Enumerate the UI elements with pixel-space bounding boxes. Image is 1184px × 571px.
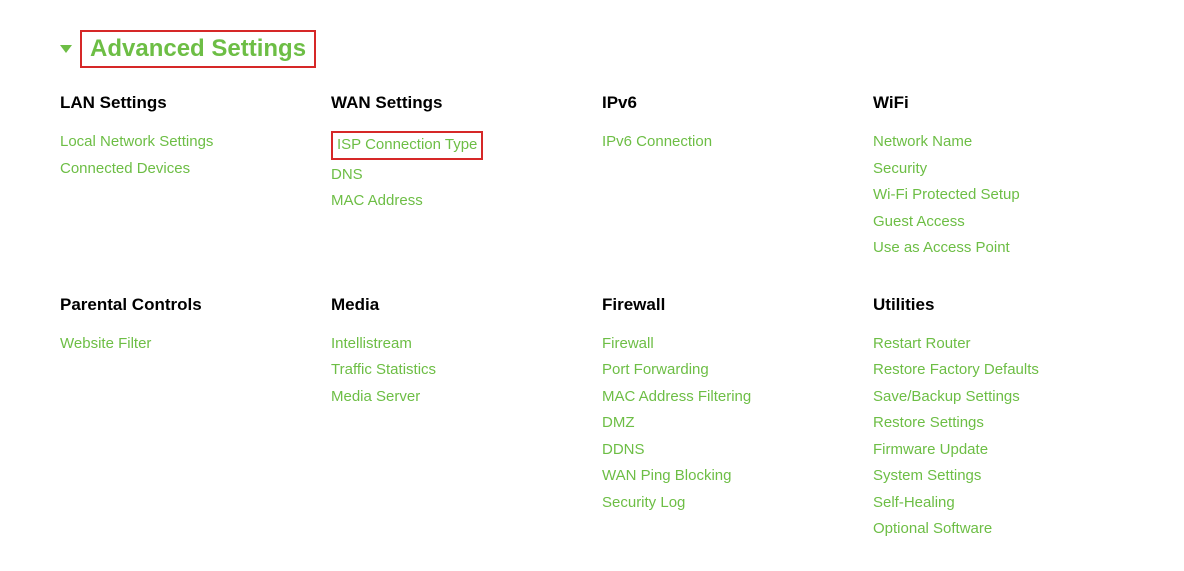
wan-settings-links: ISP Connection Type DNS MAC Address xyxy=(331,131,582,213)
ipv6-heading: IPv6 xyxy=(602,93,853,113)
wan-settings-column: WAN Settings ISP Connection Type DNS MAC… xyxy=(331,93,582,260)
media-column: Media Intellistream Traffic Statistics M… xyxy=(331,295,582,541)
link-port-forwarding[interactable]: Port Forwarding xyxy=(602,359,709,382)
link-guest-access[interactable]: Guest Access xyxy=(873,211,965,234)
link-restore-factory-defaults[interactable]: Restore Factory Defaults xyxy=(873,359,1039,382)
link-media-server[interactable]: Media Server xyxy=(331,386,420,409)
link-network-name[interactable]: Network Name xyxy=(873,131,972,154)
link-optional-software[interactable]: Optional Software xyxy=(873,518,992,541)
link-firmware-update[interactable]: Firmware Update xyxy=(873,439,988,462)
utilities-links: Restart Router Restore Factory Defaults … xyxy=(873,333,1124,541)
link-dns[interactable]: DNS xyxy=(331,164,363,187)
link-wan-ping-blocking[interactable]: WAN Ping Blocking xyxy=(602,465,732,488)
utilities-heading: Utilities xyxy=(873,295,1124,315)
lan-settings-links: Local Network Settings Connected Devices xyxy=(60,131,311,180)
link-local-network-settings[interactable]: Local Network Settings xyxy=(60,131,213,154)
media-heading: Media xyxy=(331,295,582,315)
link-isp-connection-type[interactable]: ISP Connection Type xyxy=(331,131,483,160)
link-firewall[interactable]: Firewall xyxy=(602,333,654,356)
chevron-down-icon xyxy=(60,45,72,53)
link-system-settings[interactable]: System Settings xyxy=(873,465,981,488)
media-links: Intellistream Traffic Statistics Media S… xyxy=(331,333,582,409)
wifi-links: Network Name Security Wi-Fi Protected Se… xyxy=(873,131,1124,260)
firewall-column: Firewall Firewall Port Forwarding MAC Ad… xyxy=(602,295,853,541)
ipv6-links: IPv6 Connection xyxy=(602,131,853,154)
link-restart-router[interactable]: Restart Router xyxy=(873,333,971,356)
firewall-links: Firewall Port Forwarding MAC Address Fil… xyxy=(602,333,853,515)
link-restore-settings[interactable]: Restore Settings xyxy=(873,412,984,435)
link-security-log[interactable]: Security Log xyxy=(602,492,685,515)
parental-controls-links: Website Filter xyxy=(60,333,311,356)
link-security[interactable]: Security xyxy=(873,158,927,181)
link-self-healing[interactable]: Self-Healing xyxy=(873,492,955,515)
link-website-filter[interactable]: Website Filter xyxy=(60,333,151,356)
link-use-as-access-point[interactable]: Use as Access Point xyxy=(873,237,1010,260)
link-ipv6-connection[interactable]: IPv6 Connection xyxy=(602,131,712,154)
firewall-heading: Firewall xyxy=(602,295,853,315)
link-save-backup-settings[interactable]: Save/Backup Settings xyxy=(873,386,1020,409)
parental-controls-column: Parental Controls Website Filter xyxy=(60,295,311,541)
ipv6-column: IPv6 IPv6 Connection xyxy=(602,93,853,260)
lan-settings-heading: LAN Settings xyxy=(60,93,311,113)
wifi-heading: WiFi xyxy=(873,93,1124,113)
link-intellistream[interactable]: Intellistream xyxy=(331,333,412,356)
parental-controls-heading: Parental Controls xyxy=(60,295,311,315)
link-traffic-statistics[interactable]: Traffic Statistics xyxy=(331,359,436,382)
advanced-settings-header[interactable]: Advanced Settings xyxy=(60,30,1124,68)
link-wifi-protected-setup[interactable]: Wi-Fi Protected Setup xyxy=(873,184,1020,207)
wifi-column: WiFi Network Name Security Wi-Fi Protect… xyxy=(873,93,1124,260)
link-connected-devices[interactable]: Connected Devices xyxy=(60,158,190,181)
link-mac-address[interactable]: MAC Address xyxy=(331,190,423,213)
wan-settings-heading: WAN Settings xyxy=(331,93,582,113)
utilities-column: Utilities Restart Router Restore Factory… xyxy=(873,295,1124,541)
settings-grid: LAN Settings Local Network Settings Conn… xyxy=(60,93,1124,541)
lan-settings-column: LAN Settings Local Network Settings Conn… xyxy=(60,93,311,260)
link-ddns[interactable]: DDNS xyxy=(602,439,645,462)
link-mac-address-filtering[interactable]: MAC Address Filtering xyxy=(602,386,751,409)
page-title: Advanced Settings xyxy=(80,30,316,68)
link-dmz[interactable]: DMZ xyxy=(602,412,635,435)
